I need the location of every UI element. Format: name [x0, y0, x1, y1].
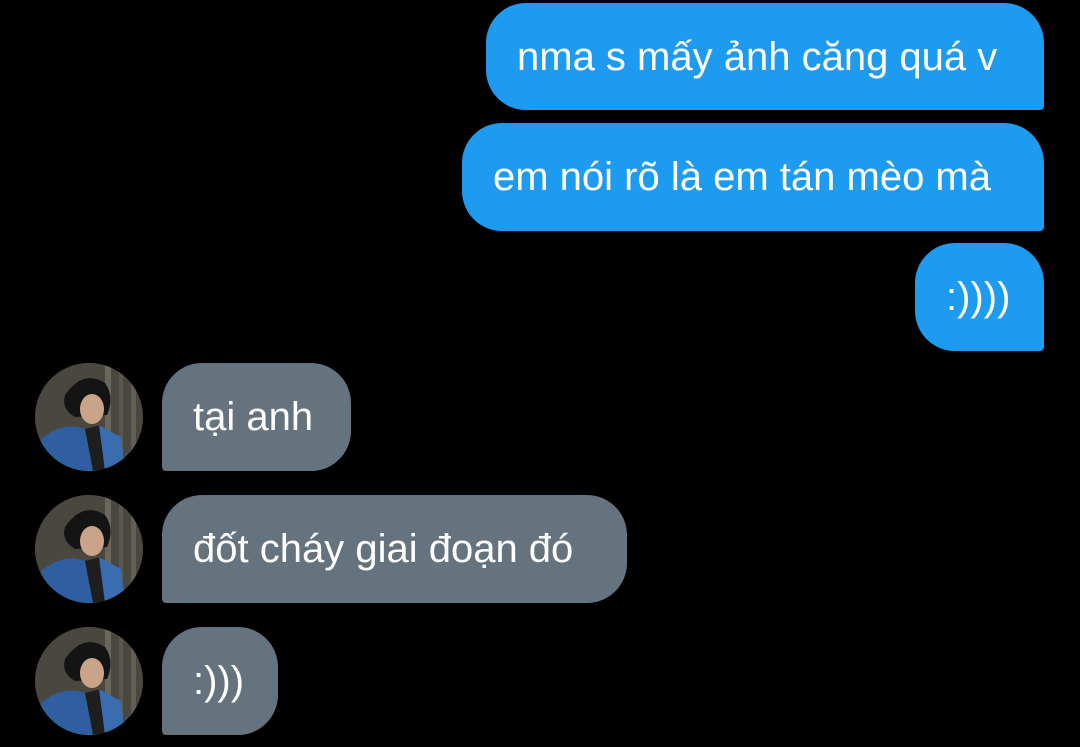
incoming-message-bubble[interactable]: đốt cháy giai đoạn đó	[162, 495, 627, 603]
avatar-photo	[35, 363, 143, 471]
message-text: đốt cháy giai đoạn đó	[193, 527, 574, 571]
incoming-message-bubble[interactable]: tại anh	[162, 363, 351, 471]
outgoing-message-bubble[interactable]: nma s mấy ảnh căng quá v	[486, 3, 1044, 110]
contact-avatar[interactable]	[35, 495, 143, 603]
message-text: :)))	[193, 659, 245, 703]
contact-avatar[interactable]	[35, 363, 143, 471]
message-text: :))))	[946, 275, 1011, 319]
contact-avatar[interactable]	[35, 627, 143, 735]
incoming-message-bubble[interactable]: :)))	[162, 627, 278, 735]
message-text: nma s mấy ảnh căng quá v	[517, 34, 998, 79]
message-text: tại anh	[193, 395, 314, 439]
message-text: em nói rõ là em tán mèo mà	[493, 155, 991, 199]
outgoing-message-bubble[interactable]: :))))	[915, 243, 1044, 351]
outgoing-message-bubble[interactable]: em nói rõ là em tán mèo mà	[462, 123, 1044, 231]
message-thread: nma s mấy ảnh căng quá v em nói rõ là em…	[0, 0, 1080, 747]
avatar-photo	[35, 627, 143, 735]
avatar-photo	[35, 495, 143, 603]
